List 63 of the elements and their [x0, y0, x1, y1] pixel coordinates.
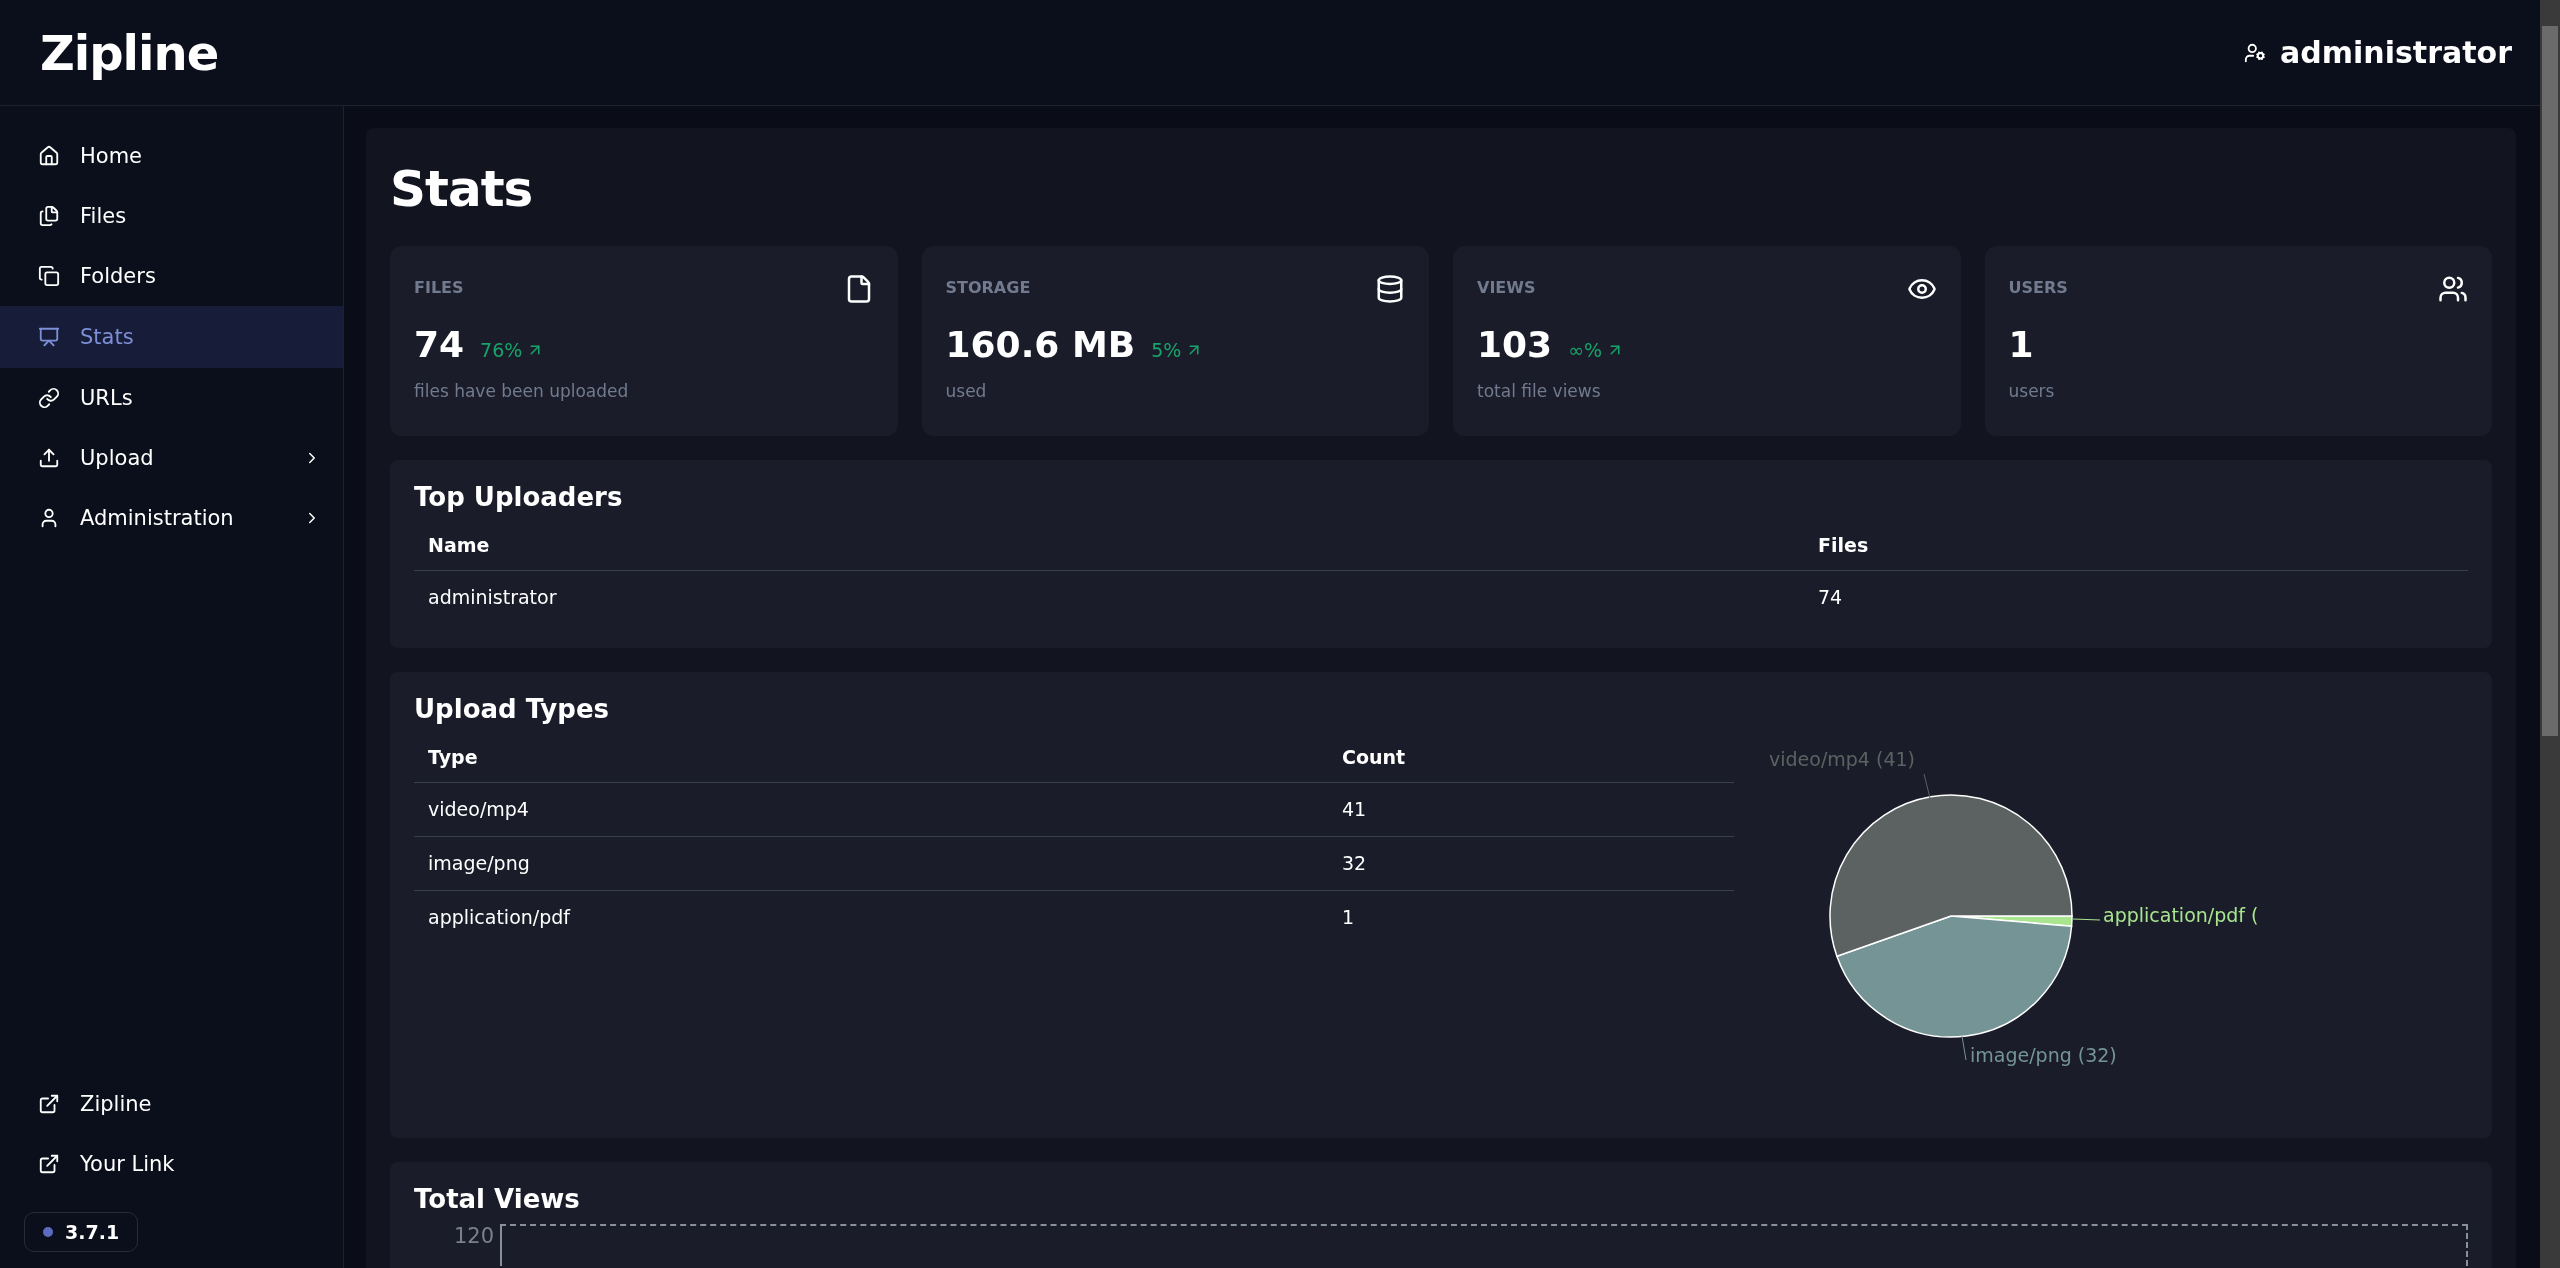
pie-label: image/png (32): [1970, 1044, 2117, 1066]
stat-label: STORAGE: [945, 278, 1031, 297]
user-settings-icon: [2244, 41, 2267, 64]
version-badge: 3.7.1: [24, 1212, 139, 1252]
page-title: Stats: [390, 160, 534, 218]
sidebar-item[interactable]: Home: [0, 126, 343, 186]
stat-change: 76%: [480, 339, 545, 361]
stat-value: 1: [2008, 324, 2034, 365]
stat-label: FILES: [414, 278, 464, 297]
stat-value: 103: [1477, 324, 1553, 365]
sidebar-item[interactable]: Files: [0, 186, 343, 246]
sidebar-link[interactable]: Zipline: [0, 1074, 343, 1134]
stat-label: USERS: [2008, 278, 2068, 297]
sidebar-item[interactable]: Folders: [0, 246, 343, 306]
stat-value: 160.6 MB: [945, 324, 1136, 365]
user-menu[interactable]: administrator: [2280, 35, 2512, 70]
folders-icon: [38, 265, 60, 287]
column-header: Name: [414, 522, 1804, 571]
pie-label: application/pdf (: [2103, 904, 2259, 926]
external-link-icon: [38, 1093, 60, 1115]
table-cell: video/mp4: [414, 782, 1328, 837]
home-icon: [38, 145, 60, 167]
table-cell: application/pdf: [414, 890, 1328, 944]
stat-change: ∞%: [1568, 339, 1625, 361]
leader-line: [1961, 1035, 1967, 1061]
status-dot: [43, 1227, 53, 1237]
scrollbar-thumb[interactable]: [2542, 26, 2558, 736]
chart-icon: [38, 326, 60, 348]
table-cell: image/png: [414, 836, 1328, 891]
external-link-icon: [38, 1153, 60, 1175]
database-icon: [1375, 274, 1405, 304]
link-icon: [38, 387, 60, 409]
table-cell: 32: [1328, 836, 1734, 891]
column-header: Type: [414, 734, 1328, 783]
stat-caption: users: [2008, 381, 2056, 401]
logo: Zipline: [40, 24, 219, 81]
files-icon: [38, 205, 60, 227]
stat-change: 5%: [1151, 339, 1204, 361]
stat-caption: used: [945, 381, 988, 401]
stat-caption: total file views: [1477, 381, 1602, 401]
sidebar-item[interactable]: Administration: [0, 488, 343, 548]
table-cell: 41: [1328, 782, 1734, 837]
stat-value: 74: [414, 324, 465, 365]
panel-title: Upload Types: [414, 694, 611, 724]
sidebar-item[interactable]: Stats: [0, 306, 343, 368]
table-cell: 74: [1804, 570, 2468, 624]
pie-label: video/mp4 (41): [1769, 748, 1915, 770]
axis-tick-label: 120: [452, 1224, 494, 1248]
table-cell: 1: [1328, 890, 1734, 944]
users-icon: [2438, 274, 2468, 304]
leader-line: [2072, 918, 2101, 921]
leader-line: [1923, 773, 1931, 799]
stat-caption: files have been uploaded: [414, 381, 630, 401]
sidebar-link[interactable]: Your Link: [0, 1134, 343, 1194]
column-header: Count: [1328, 734, 1734, 783]
column-header: Files: [1804, 522, 2468, 571]
upload-icon: [38, 447, 60, 469]
stat-label: VIEWS: [1477, 278, 1536, 297]
sidebar-item[interactable]: Upload: [0, 428, 343, 488]
panel-title: Top Uploaders: [414, 482, 624, 512]
panel-title: Total Views: [414, 1184, 581, 1214]
sidebar-item[interactable]: URLs: [0, 368, 343, 428]
table-cell: administrator: [414, 570, 1804, 624]
